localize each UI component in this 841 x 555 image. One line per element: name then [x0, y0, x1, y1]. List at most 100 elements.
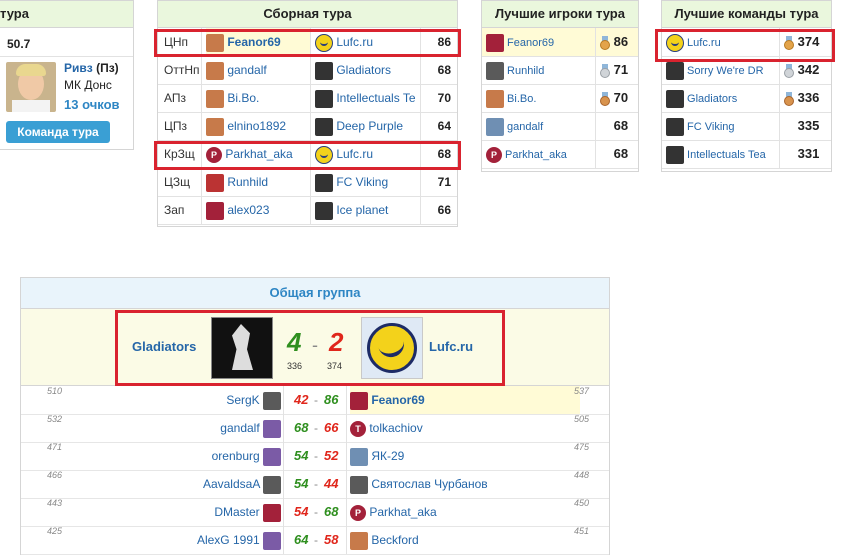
team-link[interactable]: Sorry We're DR [684, 65, 764, 77]
table-row: 471 orenburg 54-52 ЯК-29 475 [21, 442, 609, 471]
player-link[interactable]: Feanor69 [504, 37, 554, 49]
score-cell: 336 [784, 84, 830, 112]
player-cell: Bi.Bo. [486, 84, 596, 112]
player-cell: Runhild [206, 168, 310, 196]
divider [779, 84, 780, 112]
away-player: P Parkhat_aka [350, 498, 580, 526]
team-logo-icon [315, 202, 333, 220]
group-title: Общая группа [21, 278, 609, 309]
home-player: AlexG 1991 [81, 526, 281, 554]
team-of-round-row: ЦПз elnino1892 Deep Purple 64 [158, 112, 457, 141]
score-cell: 71 [600, 56, 636, 84]
home-rank: 471 [47, 442, 62, 452]
player-link[interactable]: Святослав Чурбанов [368, 477, 488, 491]
player-link[interactable]: Bi.Bo. [224, 91, 259, 105]
team-logo-icon [666, 90, 684, 108]
away-score: 52 [324, 442, 338, 470]
score-value: 70 [610, 90, 628, 105]
best-teams-panel: Лучшие команды тура Lufc.ru 374 Sorry We… [661, 0, 832, 172]
player-link[interactable]: gandalf [224, 63, 267, 77]
score-separator: - [314, 526, 318, 554]
team-logo-icon [315, 90, 333, 108]
best-player-row: P Parkhat_aka 68 [482, 140, 638, 169]
team-logo-icon [666, 62, 684, 80]
team-of-round-button[interactable]: Команда тура [6, 121, 110, 143]
divider [283, 498, 284, 526]
player-link[interactable]: orenburg [212, 449, 263, 463]
player-link[interactable]: tolkachiov [366, 421, 423, 435]
score-value: 68 [421, 56, 451, 84]
avatar [206, 62, 224, 80]
home-score: 54 [294, 498, 308, 526]
away-score: 68 [324, 498, 338, 526]
avatar [263, 420, 281, 438]
best-player-row: Bi.Bo. 70 [482, 84, 638, 113]
team-cell: Gladiators [666, 84, 778, 112]
player-cell: gandalf [206, 56, 310, 84]
home-rank: 466 [47, 470, 62, 480]
away-rank: 451 [574, 526, 589, 536]
highlight-box [115, 310, 505, 386]
avatar [350, 448, 368, 466]
player-link[interactable]: Parkhat_aka [502, 149, 567, 161]
divider [283, 414, 284, 442]
player-link[interactable]: Runhild [504, 65, 544, 77]
team-logo-icon [315, 62, 333, 80]
score-separator: - [314, 470, 318, 498]
team-link[interactable]: FC Viking [333, 175, 388, 189]
medal-silver-icon [784, 64, 794, 78]
player-cell: gandalf [486, 112, 596, 140]
team-link[interactable]: Deep Purple [333, 119, 403, 133]
team-link[interactable]: Gladiators [333, 63, 391, 77]
player-link[interactable]: Feanor69 [368, 393, 425, 407]
divider [310, 168, 311, 196]
score-separator: - [314, 442, 318, 470]
team-link[interactable]: Gladiators [684, 93, 737, 105]
position-label: Зап [164, 196, 200, 224]
avatar [206, 90, 224, 108]
player-link[interactable]: Beckford [368, 533, 419, 547]
player-link[interactable]: AlexG 1991 [197, 533, 263, 547]
divider [201, 196, 202, 224]
divider [310, 84, 311, 112]
score-value: 71 [610, 62, 628, 77]
divider [201, 84, 202, 112]
team-cell: Deep Purple [315, 112, 419, 140]
player-cell: P Parkhat_aka [486, 140, 596, 168]
player-link[interactable]: elnino1892 [224, 119, 286, 133]
team-link[interactable]: Intellectuals Tea [684, 149, 766, 161]
avatar [263, 392, 281, 410]
divider [346, 526, 347, 554]
score-cell: 335 [784, 112, 830, 140]
player-link[interactable]: gandalf [504, 121, 543, 133]
away-rank: 450 [574, 498, 589, 508]
player-link[interactable]: Parkhat_aka [366, 505, 437, 519]
player-link[interactable]: gandalf [220, 421, 263, 435]
best-teams-title: Лучшие команды тура [662, 1, 831, 28]
team-link[interactable]: Ice planet [333, 203, 388, 217]
player-name-link[interactable]: Ривз [64, 61, 93, 75]
away-score: 86 [324, 386, 338, 414]
away-rank: 537 [574, 386, 589, 396]
divider [283, 442, 284, 470]
player-link[interactable]: ЯК-29 [368, 449, 404, 463]
avatar [350, 392, 368, 410]
medal-bronze-icon [600, 92, 610, 106]
player-link[interactable]: alex023 [224, 203, 269, 217]
team-link[interactable]: Intellectuals Te [333, 91, 416, 105]
team-logo-icon [666, 146, 684, 164]
player-link[interactable]: SergK [226, 393, 263, 407]
score-value: 68 [610, 118, 628, 133]
team-of-round-title: Сборная тура [158, 1, 457, 28]
player-link[interactable]: Bi.Bo. [504, 93, 536, 105]
player-link[interactable]: AavaldsaA [203, 477, 263, 491]
medal-silver-icon [600, 64, 610, 78]
divider [595, 56, 596, 84]
divider [595, 28, 596, 56]
away-player: Beckford [350, 526, 580, 554]
player-position: (Пз) [96, 61, 119, 75]
player-link[interactable]: Runhild [224, 175, 268, 189]
player-link[interactable]: DMaster [214, 505, 263, 519]
score-cell: 70 [600, 84, 636, 112]
team-link[interactable]: FC Viking [684, 121, 735, 133]
